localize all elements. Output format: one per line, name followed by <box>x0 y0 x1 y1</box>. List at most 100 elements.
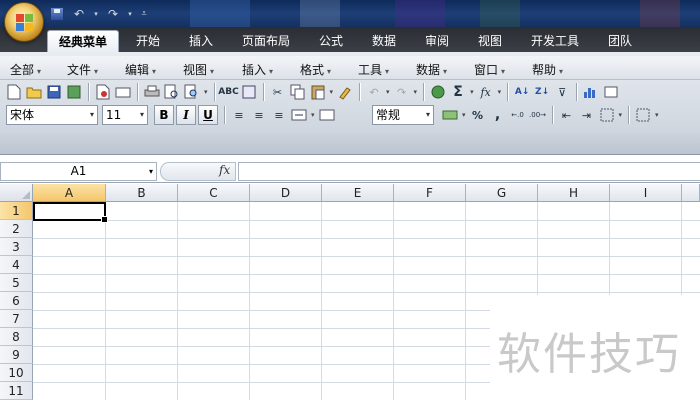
insert-function-button[interactable]: fx <box>219 163 230 177</box>
paste-icon[interactable] <box>308 82 328 102</box>
column-header-b[interactable]: B <box>106 184 178 202</box>
sort-descending-icon[interactable]: Z↓ <box>532 82 552 102</box>
export-pdf-icon[interactable] <box>93 82 113 102</box>
row-header-2[interactable]: 2 <box>0 220 33 238</box>
column-header-partial[interactable] <box>682 184 700 202</box>
undo-dropdown[interactable]: ▾ <box>92 5 100 22</box>
insert-function-icon[interactable]: fx <box>476 82 496 102</box>
sort-ascending-icon[interactable]: A↓ <box>512 82 532 102</box>
menu-tools[interactable]: 工具 ▾ <box>358 61 389 78</box>
chart-icon[interactable] <box>581 82 601 102</box>
new-document-icon[interactable] <box>4 82 24 102</box>
email-icon[interactable] <box>113 82 133 102</box>
menu-format[interactable]: 格式 ▾ <box>300 61 331 78</box>
row-header-4[interactable]: 4 <box>0 256 33 274</box>
font-size-select[interactable]: 11 ▾ <box>102 105 148 125</box>
row-header-6[interactable]: 6 <box>0 292 33 310</box>
fill-color-icon[interactable] <box>633 105 653 125</box>
font-name-select[interactable]: 宋体 ▾ <box>6 105 98 125</box>
row-header-7[interactable]: 7 <box>0 310 33 328</box>
tab-view[interactable]: 视图 <box>470 30 510 52</box>
tab-page-layout[interactable]: 页面布局 <box>236 30 296 52</box>
spelling-icon[interactable]: ABC <box>218 82 238 102</box>
menu-edit[interactable]: 编辑 ▾ <box>125 61 156 78</box>
formula-input[interactable] <box>238 162 700 181</box>
redo-button[interactable]: ↷ <box>104 5 122 22</box>
menu-all[interactable]: 全部 ▾ <box>10 61 41 78</box>
undo-button[interactable]: ↶ <box>70 5 88 22</box>
increase-indent-icon[interactable]: ⇥ <box>577 105 597 125</box>
format-painter-icon[interactable] <box>335 82 355 102</box>
copy-icon[interactable] <box>288 82 308 102</box>
menu-insert[interactable]: 插入 ▾ <box>242 61 273 78</box>
name-box[interactable]: A1 ▾ <box>0 162 157 181</box>
column-header-f[interactable]: F <box>394 184 466 202</box>
number-format-select[interactable]: 常规 ▾ <box>372 105 434 125</box>
comma-button[interactable]: , <box>488 105 508 125</box>
undo-list-dropdown[interactable]: ▾ <box>386 88 390 96</box>
column-header-h[interactable]: H <box>538 184 610 202</box>
row-header-9[interactable]: 9 <box>0 346 33 364</box>
column-header-a[interactable]: A <box>33 184 106 202</box>
menu-data[interactable]: 数据 ▾ <box>416 61 447 78</box>
row-header-5[interactable]: 5 <box>0 274 33 292</box>
tab-review[interactable]: 审阅 <box>417 30 457 52</box>
redo-list-dropdown[interactable]: ▾ <box>414 88 418 96</box>
paste-dropdown[interactable]: ▾ <box>330 88 334 96</box>
wrap-text-icon[interactable] <box>317 105 337 125</box>
print-icon[interactable] <box>142 82 162 102</box>
fill-color-dropdown[interactable]: ▾ <box>655 111 659 119</box>
merge-center-icon[interactable] <box>289 105 309 125</box>
tab-data[interactable]: 数据 <box>364 30 404 52</box>
cut-icon[interactable]: ✂ <box>268 82 288 102</box>
row-header-8[interactable]: 8 <box>0 328 33 346</box>
active-cell-a1[interactable] <box>33 202 108 223</box>
menu-window[interactable]: 窗口 ▾ <box>474 61 505 78</box>
column-header-g[interactable]: G <box>466 184 538 202</box>
borders-dropdown[interactable]: ▾ <box>619 111 623 119</box>
merge-center-dropdown[interactable]: ▾ <box>311 111 315 119</box>
column-header-i[interactable]: I <box>610 184 682 202</box>
research-icon[interactable] <box>182 82 202 102</box>
translate-icon[interactable] <box>239 82 259 102</box>
customize-qat-button[interactable]: ⩡ <box>138 5 150 22</box>
column-header-d[interactable]: D <box>250 184 322 202</box>
percent-button[interactable]: % <box>468 105 488 125</box>
borders-icon[interactable] <box>597 105 617 125</box>
insert-function-dropdown[interactable]: ▾ <box>498 88 502 96</box>
increase-decimal-icon[interactable]: ←.0 <box>508 105 528 125</box>
column-header-e[interactable]: E <box>322 184 394 202</box>
align-left-icon[interactable]: ≡ <box>229 105 249 125</box>
align-right-icon[interactable]: ≡ <box>269 105 289 125</box>
save-button[interactable] <box>48 5 66 22</box>
open-folder-icon[interactable] <box>24 82 44 102</box>
menu-view[interactable]: 视图 ▾ <box>183 61 214 78</box>
save-icon[interactable] <box>44 82 64 102</box>
select-all-button[interactable] <box>0 184 33 202</box>
redo-icon[interactable]: ↷ <box>392 82 412 102</box>
permission-icon[interactable] <box>64 82 84 102</box>
print-preview-icon[interactable] <box>162 82 182 102</box>
menu-help[interactable]: 帮助 ▾ <box>532 61 563 78</box>
decrease-indent-icon[interactable]: ⇤ <box>557 105 577 125</box>
align-center-icon[interactable]: ≡ <box>249 105 269 125</box>
tab-insert[interactable]: 插入 <box>181 30 221 52</box>
underline-button[interactable]: U <box>198 105 218 125</box>
menu-file[interactable]: 文件 ▾ <box>67 61 98 78</box>
column-header-c[interactable]: C <box>178 184 250 202</box>
filter-icon[interactable]: ⊽ <box>552 82 572 102</box>
hyperlink-icon[interactable] <box>428 82 448 102</box>
row-header-11[interactable]: 11 <box>0 382 33 400</box>
currency-icon[interactable] <box>440 105 460 125</box>
autosum-icon[interactable]: Σ <box>448 82 468 102</box>
tab-team[interactable]: 团队 <box>600 30 640 52</box>
row-header-3[interactable]: 3 <box>0 238 33 256</box>
tab-classic-menu[interactable]: 经典菜单 <box>47 30 119 52</box>
tab-developer[interactable]: 开发工具 <box>523 30 587 52</box>
redo-dropdown[interactable]: ▾ <box>126 5 134 22</box>
currency-dropdown[interactable]: ▾ <box>462 111 466 119</box>
bold-button[interactable]: B <box>154 105 174 125</box>
undo-icon[interactable]: ↶ <box>364 82 384 102</box>
tab-home[interactable]: 开始 <box>128 30 168 52</box>
autosum-dropdown[interactable]: ▾ <box>470 88 474 96</box>
